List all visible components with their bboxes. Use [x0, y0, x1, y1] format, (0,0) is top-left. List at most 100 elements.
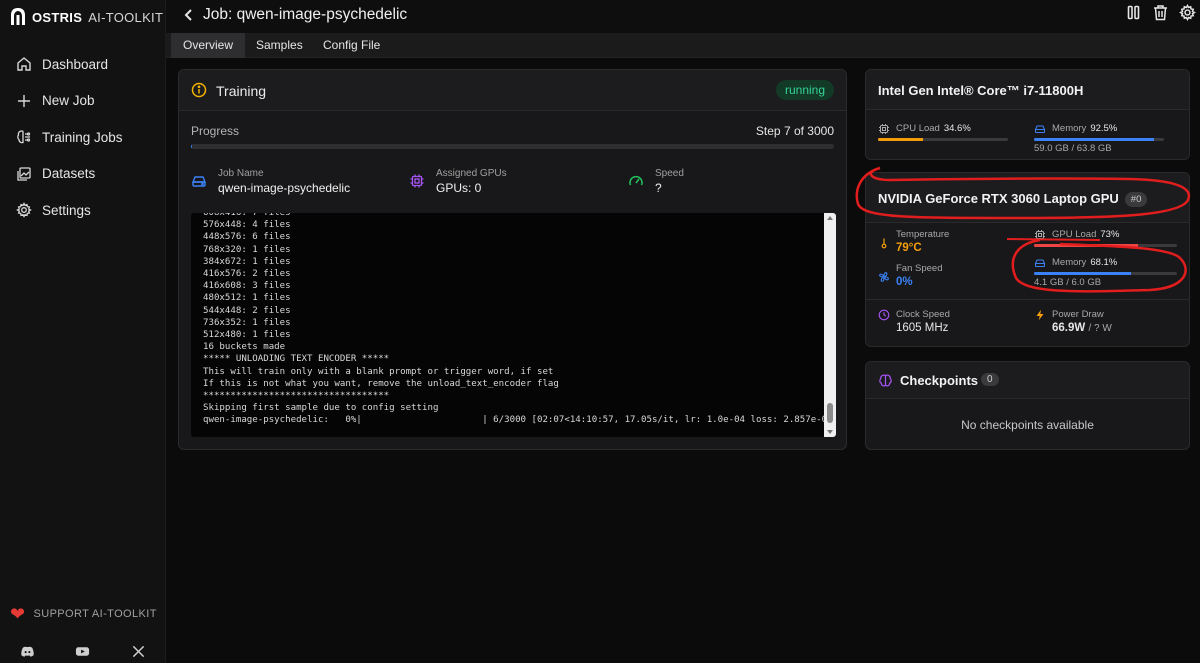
training-card: Training running Progress Step 7 of 3000…	[178, 69, 847, 450]
log-scrollbar[interactable]	[824, 213, 836, 437]
support-label: SUPPORT AI-TOOLKIT	[33, 608, 157, 620]
gpu-fan-label: Fan Speed	[896, 263, 943, 274]
gauge-icon	[629, 175, 643, 186]
cpu-load-label-text: CPU Load	[896, 123, 940, 134]
gpu-load-value: 73%	[1100, 229, 1120, 240]
brand-name-bold: OSTRIS	[32, 9, 83, 25]
checkpoints-card: Checkpoints 0 No checkpoints available	[865, 361, 1190, 450]
status-badge: running	[775, 80, 834, 100]
settings-gear-icon[interactable]	[1179, 4, 1196, 21]
chip-icon	[1035, 230, 1045, 240]
cpu-memory-value: 92.5%	[1090, 123, 1118, 134]
brand-name-rest: AI-TOOLKIT	[88, 9, 164, 25]
sidebar-item-dashboard[interactable]: Dashboard	[0, 46, 166, 83]
ostris-logo-icon	[11, 8, 25, 25]
training-log[interactable]: 608x416: 7 files 576x448: 4 files 448x57…	[191, 213, 836, 437]
gpu-memory-label: Memory 68.1%	[1052, 257, 1117, 268]
lightning-icon	[1036, 309, 1044, 321]
progress-bar-fill	[191, 144, 193, 149]
cpu-title: Intel Gen Intel® Core™ i7-11800H	[878, 83, 1084, 98]
training-title: Training	[216, 83, 267, 99]
youtube-icon[interactable]	[75, 644, 90, 659]
sidebar-item-label: New Job	[42, 93, 95, 109]
drive-icon	[191, 176, 207, 187]
cpu-chip-icon	[410, 174, 424, 188]
cpu-load-bar-fill	[878, 138, 923, 141]
drive-icon	[1034, 125, 1046, 133]
gpu-card-divider	[866, 299, 1189, 300]
header-actions	[1125, 4, 1196, 21]
assigned-gpus-label: Assigned GPUs	[436, 168, 507, 179]
gpu-memory-bar	[1034, 272, 1177, 275]
gpu-power-value-text: 66.9W	[1052, 322, 1086, 334]
sidebar-item-training-jobs[interactable]: Training Jobs	[0, 119, 166, 156]
page-title: Job: qwen-image-psychedelic	[203, 6, 408, 23]
brand[interactable]: OSTRIS AI-TOOLKIT	[10, 6, 163, 28]
checkpoints-title: Checkpoints	[900, 373, 979, 388]
gpu-load-label-text: GPU Load	[1052, 229, 1097, 240]
x-icon[interactable]	[131, 644, 146, 659]
speed-value: ?	[655, 181, 662, 195]
gpu-card: NVIDIA GeForce RTX 3060 Laptop GPU #0 Tem…	[865, 172, 1190, 347]
checkpoints-count-badge: 0	[981, 373, 999, 386]
cpu-memory-bar	[1034, 138, 1164, 141]
tab-bar: Overview Samples Config File	[166, 33, 1200, 58]
progress-label: Progress	[191, 124, 240, 138]
assigned-gpus-value: GPUs: 0	[436, 181, 482, 195]
job-name-label: Job Name	[218, 168, 264, 179]
gear-icon	[16, 202, 32, 219]
sidebar-nav: Dashboard New Job Training Jobs Datasets…	[0, 46, 166, 229]
cpu-memory-label-text: Memory	[1052, 123, 1087, 134]
images-icon	[17, 167, 31, 181]
cpu-load-value: 34.6%	[943, 123, 971, 134]
sidebar-item-datasets[interactable]: Datasets	[0, 156, 166, 193]
gpu-power-limit: / ? W	[1088, 323, 1112, 334]
chip-icon	[879, 124, 889, 134]
sidebar-item-label: Settings	[42, 202, 91, 218]
scroll-down-arrow-icon[interactable]	[827, 430, 833, 434]
gpu-memory-detail: 4.1 GB / 6.0 GB	[1034, 277, 1102, 288]
gpu-memory-label-text: Memory	[1052, 257, 1087, 268]
gpu-temperature-label: Temperature	[896, 229, 950, 240]
scroll-thumb[interactable]	[827, 403, 833, 423]
sidebar-item-label: Datasets	[42, 166, 96, 182]
chevron-left-icon[interactable]	[182, 7, 196, 23]
tab-samples[interactable]: Samples	[244, 33, 315, 58]
gpu-clock-label: Clock Speed	[896, 309, 950, 320]
scroll-up-arrow-icon[interactable]	[827, 216, 833, 220]
gpu-power-value: 66.9W / ? W	[1052, 322, 1112, 334]
sidebar-item-settings[interactable]: Settings	[0, 192, 166, 229]
brain-icon	[17, 130, 31, 144]
gpu-clock-value: 1605 MHz	[896, 322, 949, 334]
tab-overview[interactable]: Overview	[171, 33, 246, 58]
cpu-memory-bar-fill	[1034, 138, 1155, 141]
gpu-title: NVIDIA GeForce RTX 3060 Laptop GPU #0	[878, 191, 1148, 207]
thermometer-icon	[881, 238, 887, 249]
gpu-title-text: NVIDIA GeForce RTX 3060 Laptop GPU	[878, 191, 1119, 206]
pause-icon[interactable]	[1125, 4, 1142, 21]
gpu-memory-bar-fill	[1034, 272, 1132, 275]
tab-config-file[interactable]: Config File	[311, 33, 392, 58]
trash-icon[interactable]	[1152, 4, 1169, 21]
gpu-temperature-value: 79°C	[896, 242, 922, 254]
sidebar: OSTRIS AI-TOOLKIT Dashboard New Job Trai…	[0, 0, 166, 663]
checkpoints-card-header: Checkpoints 0	[866, 362, 1189, 399]
social-links	[0, 640, 166, 663]
support-link[interactable]: ❤ SUPPORT AI-TOOLKIT	[10, 605, 157, 623]
log-text: 608x416: 7 files 576x448: 4 files 448x57…	[203, 213, 836, 426]
header: Job: qwen-image-psychedelic	[166, 0, 1200, 33]
cpu-memory-label: Memory 92.5%	[1052, 123, 1117, 134]
gpu-fan-value: 0%	[896, 276, 913, 288]
sidebar-item-new-job[interactable]: New Job	[0, 83, 166, 120]
step-counter: Step 7 of 3000	[755, 124, 834, 138]
training-card-header: Training running	[179, 70, 846, 111]
heart-icon: ❤	[10, 604, 26, 624]
gpu-card-header: NVIDIA GeForce RTX 3060 Laptop GPU #0	[866, 173, 1189, 223]
gpu-index-badge: #0	[1124, 192, 1148, 207]
home-icon	[17, 57, 31, 71]
info-icon	[191, 82, 207, 98]
cpu-card: Intel Gen Intel® Core™ i7-11800H CPU Loa…	[865, 69, 1190, 160]
progress-bar	[191, 144, 834, 149]
discord-icon[interactable]	[20, 644, 35, 659]
drive-icon	[1034, 259, 1046, 267]
